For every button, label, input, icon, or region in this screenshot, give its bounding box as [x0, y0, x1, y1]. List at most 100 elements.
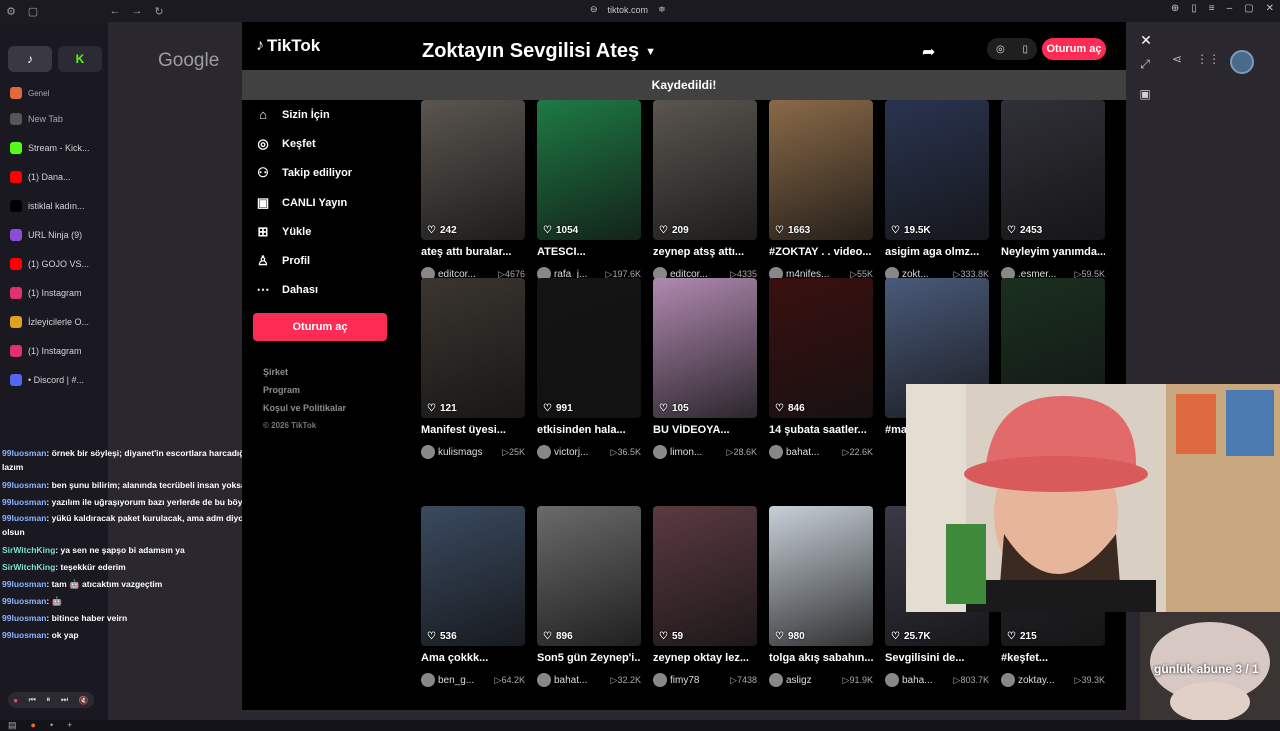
avatar[interactable]	[769, 673, 783, 687]
chat-username[interactable]: SirWitchKing	[2, 545, 55, 555]
record-icon[interactable]: ●	[13, 696, 18, 705]
video-title[interactable]: BU VİDEOYA...	[653, 424, 757, 438]
video-card[interactable]: ♡ 121 Manifest üyesi... kulismags ▷ 25K	[421, 278, 525, 459]
footer-link[interactable]: Şirket	[263, 367, 346, 385]
video-thumbnail[interactable]: ♡ 1054	[537, 100, 641, 240]
username[interactable]: bahat...	[786, 447, 843, 458]
video-card[interactable]: ♡ 59 zeynep oktay lez... fimy78 ▷ 7438	[653, 506, 757, 687]
video-card[interactable]: ♡ 991 etkisinden hala... victorj... ▷ 36.5K	[537, 278, 641, 459]
video-thumbnail[interactable]: ♡ 209	[653, 100, 757, 240]
tab-item[interactable]: Stream - Kick...	[6, 133, 106, 162]
chat-username[interactable]: SirWitchKing	[2, 562, 55, 572]
tab-item[interactable]: (1) Dana...	[6, 162, 106, 191]
video-title[interactable]: Manifest üyesi...	[421, 424, 525, 438]
phone-icon[interactable]: ▯	[1023, 44, 1029, 55]
video-title[interactable]: tolga akış sabahın...	[769, 652, 873, 666]
video-thumbnail[interactable]: ♡ 242	[421, 100, 525, 240]
video-title[interactable]: zeynep oktay lez...	[653, 652, 757, 666]
avatar[interactable]	[885, 673, 899, 687]
username[interactable]: victorj...	[554, 447, 611, 458]
video-title[interactable]: asigim aga olmz...	[885, 246, 989, 260]
video-title[interactable]: zeynep atsş attı...	[653, 246, 757, 260]
pinned-tab-kick[interactable]: K	[58, 46, 102, 72]
username[interactable]: ben_g...	[438, 675, 495, 686]
username[interactable]: limon...	[670, 447, 727, 458]
video-card[interactable]: ♡ 896 Son5 gün Zeynep'i... bahat... ▷ 32.2K	[537, 506, 641, 687]
video-thumbnail[interactable]: ♡ 980	[769, 506, 873, 646]
tab-item[interactable]: İzleyicilerle O...	[6, 307, 106, 336]
video-thumbnail[interactable]: ♡ 896	[537, 506, 641, 646]
account-avatar[interactable]	[1230, 50, 1254, 74]
video-card[interactable]: ♡ 1054 ATESCI... rafa_j... ▷ 197.6K	[537, 100, 641, 281]
footer-link[interactable]: Koşul ve Politikalar	[263, 403, 346, 421]
avatar[interactable]	[537, 445, 551, 459]
tab-item[interactable]: (1) Instagram	[6, 278, 106, 307]
pinned-tab-tiktok[interactable]: ♪	[8, 46, 52, 72]
apps-icon[interactable]: ⋮⋮	[1196, 52, 1220, 66]
video-card[interactable]: ♡ 1663 #ZOKTAY . . video... m4nifes... ▷ 55K	[769, 100, 873, 281]
tab-item[interactable]: New Tab	[6, 104, 106, 133]
username[interactable]: bahat...	[554, 675, 611, 686]
tab-item[interactable]: • Discord | #...	[6, 365, 106, 394]
username[interactable]: zoktay...	[1018, 675, 1075, 686]
login-button-top[interactable]: Oturum aç	[1042, 38, 1106, 60]
video-title[interactable]: ATESCI...	[537, 246, 641, 260]
chat-username[interactable]: 99luosman	[2, 497, 46, 507]
split-icon[interactable]: ▯	[1191, 3, 1197, 14]
next-icon[interactable]: ⏭	[61, 695, 68, 705]
share-arrow-icon[interactable]: ➦	[922, 42, 935, 62]
archive-icon[interactable]: ▤	[8, 720, 17, 731]
username[interactable]: asligz	[786, 675, 843, 686]
tab-item[interactable]: (1) Instagram	[6, 336, 106, 365]
close-window-icon[interactable]: ✕	[1266, 3, 1274, 14]
login-button-side[interactable]: Oturum aç	[253, 313, 387, 341]
pip-icon[interactable]: ▣	[1136, 86, 1154, 102]
video-card[interactable]: ♡ 105 BU VİDEOYA... limon... ▷ 28.6K	[653, 278, 757, 459]
pause-icon[interactable]: ⏸	[46, 695, 50, 705]
video-card[interactable]: ♡ 242 ateş attı buralar... editcor... ▷ 4676	[421, 100, 525, 281]
video-thumbnail[interactable]: ♡ 846	[769, 278, 873, 418]
sliders-icon[interactable]: ≡	[1209, 3, 1215, 14]
chat-username[interactable]: 99luosman	[2, 579, 46, 589]
maximize-icon[interactable]: ▢	[1244, 3, 1253, 14]
nav-item-1[interactable]: ◎ Keşfet	[254, 129, 394, 158]
video-title[interactable]: Sevgilisini de...	[885, 652, 989, 666]
nav-item-2[interactable]: ⚇ Takip ediliyor	[254, 159, 394, 188]
mute-icon[interactable]: 🔇	[79, 696, 89, 705]
video-title[interactable]: Son5 gün Zeynep'i...	[537, 652, 641, 666]
settings-icon[interactable]: ≑	[658, 4, 666, 15]
video-title[interactable]: Neyleyim yanımda...	[1001, 246, 1105, 260]
prev-icon[interactable]: ⏮	[29, 695, 36, 705]
chat-username[interactable]: 99luosman	[2, 480, 46, 490]
video-card[interactable]: ♡ 536 Ama çokkk... ben_g... ▷ 64.2K	[421, 506, 525, 687]
video-card[interactable]: ♡ 980 tolga akış sabahın... asligz ▷ 91.9K	[769, 506, 873, 687]
tab-item[interactable]: (1) GOJO VS...	[6, 249, 106, 278]
add-icon[interactable]: +	[67, 720, 72, 731]
tiktok-logo[interactable]: ♪ TikTok	[256, 36, 320, 56]
chat-username[interactable]: 99luosman	[2, 513, 46, 523]
video-thumbnail[interactable]: ♡ 2453	[1001, 100, 1105, 240]
tab-item[interactable]: URL Ninja (9)	[6, 220, 106, 249]
chat-username[interactable]: 99luosman	[2, 630, 46, 640]
username[interactable]: kulismags	[438, 447, 502, 458]
nav-item-3[interactable]: ▣ CANLI Yayın	[254, 188, 394, 217]
avatar[interactable]	[653, 445, 667, 459]
reload-icon[interactable]: ↻	[148, 0, 170, 22]
avatar[interactable]	[421, 673, 435, 687]
video-card[interactable]: ♡ 2453 Neyleyim yanımda... .esmer... ▷ 59.5K	[1001, 100, 1105, 281]
nav-item-5[interactable]: ♙ Profil	[254, 246, 394, 275]
collection-title[interactable]: Zoktayın Sevgilisi Ateş ▼	[422, 40, 656, 63]
avatar[interactable]	[421, 445, 435, 459]
address-bar[interactable]: ⊖ tiktok.com ≑	[590, 4, 666, 15]
chat-username[interactable]: 99luosman	[2, 613, 46, 623]
nav-item-6[interactable]: ⋯ Dahası	[254, 276, 394, 305]
forward-icon[interactable]: →	[126, 0, 148, 22]
expand-icon[interactable]: ⤢	[1136, 56, 1154, 72]
video-thumbnail[interactable]: ♡ 19.5K	[885, 100, 989, 240]
back-icon[interactable]: ←	[104, 0, 126, 22]
panel-icon[interactable]: ▢	[22, 0, 44, 22]
video-title[interactable]: etkisinden hala...	[537, 424, 641, 438]
globe-icon[interactable]: ⊕	[1171, 3, 1179, 14]
avatar[interactable]	[769, 445, 783, 459]
video-title[interactable]: 14 şubata saatler...	[769, 424, 873, 438]
